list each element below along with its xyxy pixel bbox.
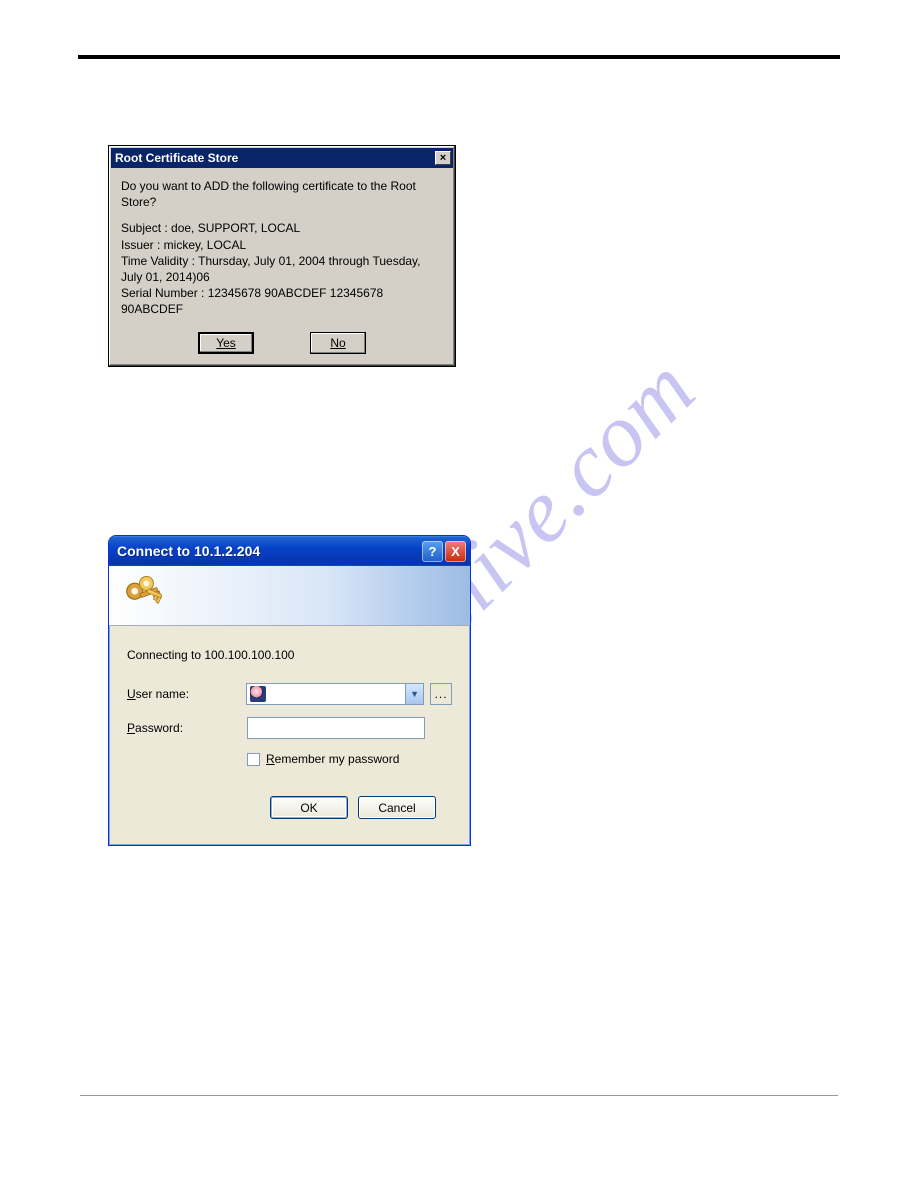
username-label: User name:: [127, 687, 246, 701]
cancel-button[interactable]: Cancel: [358, 796, 436, 819]
close-icon[interactable]: X: [445, 541, 466, 562]
chevron-down-icon[interactable]: ▼: [405, 684, 423, 704]
user-avatar-icon: [250, 686, 266, 702]
browse-button[interactable]: ...: [430, 683, 452, 705]
bottom-rule: [80, 1095, 838, 1096]
connect-buttons: OK Cancel: [127, 766, 452, 833]
no-button[interactable]: No: [310, 332, 366, 354]
root-cert-buttons: Yes No: [109, 328, 455, 366]
password-field[interactable]: [247, 717, 425, 739]
root-cert-dialog: Root Certificate Store × Do you want to …: [108, 145, 456, 367]
root-cert-question: Do you want to ADD the following certifi…: [121, 178, 443, 210]
password-row: Password:: [127, 716, 452, 740]
no-button-label: No: [330, 336, 345, 350]
username-row: User name: ▼ ...: [127, 682, 452, 706]
connecting-text: Connecting to 100.100.100.100: [127, 648, 452, 662]
connect-title: Connect to 10.1.2.204: [117, 543, 420, 559]
yes-button-label: Yes: [216, 336, 236, 350]
connect-dialog: Connect to 10.1.2.204 ? X: [108, 535, 471, 846]
page-content: [80, 55, 838, 99]
yes-button[interactable]: Yes: [198, 332, 254, 354]
close-icon[interactable]: ×: [435, 151, 451, 165]
connect-banner: [109, 566, 470, 626]
connect-body: Connecting to 100.100.100.100 User name:…: [109, 626, 470, 845]
connect-titlebar[interactable]: Connect to 10.1.2.204 ? X: [109, 536, 470, 566]
password-label: Password:: [127, 721, 247, 735]
root-cert-details: Subject : doe, SUPPORT, LOCAL Issuer : m…: [121, 220, 443, 317]
root-cert-title: Root Certificate Store: [115, 151, 435, 165]
help-icon[interactable]: ?: [422, 541, 443, 562]
root-cert-body: Do you want to ADD the following certifi…: [109, 170, 455, 328]
remember-label: Remember my password: [266, 752, 399, 766]
remember-checkbox[interactable]: [247, 753, 260, 766]
root-cert-titlebar[interactable]: Root Certificate Store ×: [111, 148, 453, 168]
top-rule: [78, 55, 840, 59]
ok-button[interactable]: OK: [270, 796, 348, 819]
keys-icon: [123, 574, 167, 618]
remember-row: Remember my password: [247, 752, 452, 766]
username-field[interactable]: ▼: [246, 683, 424, 705]
